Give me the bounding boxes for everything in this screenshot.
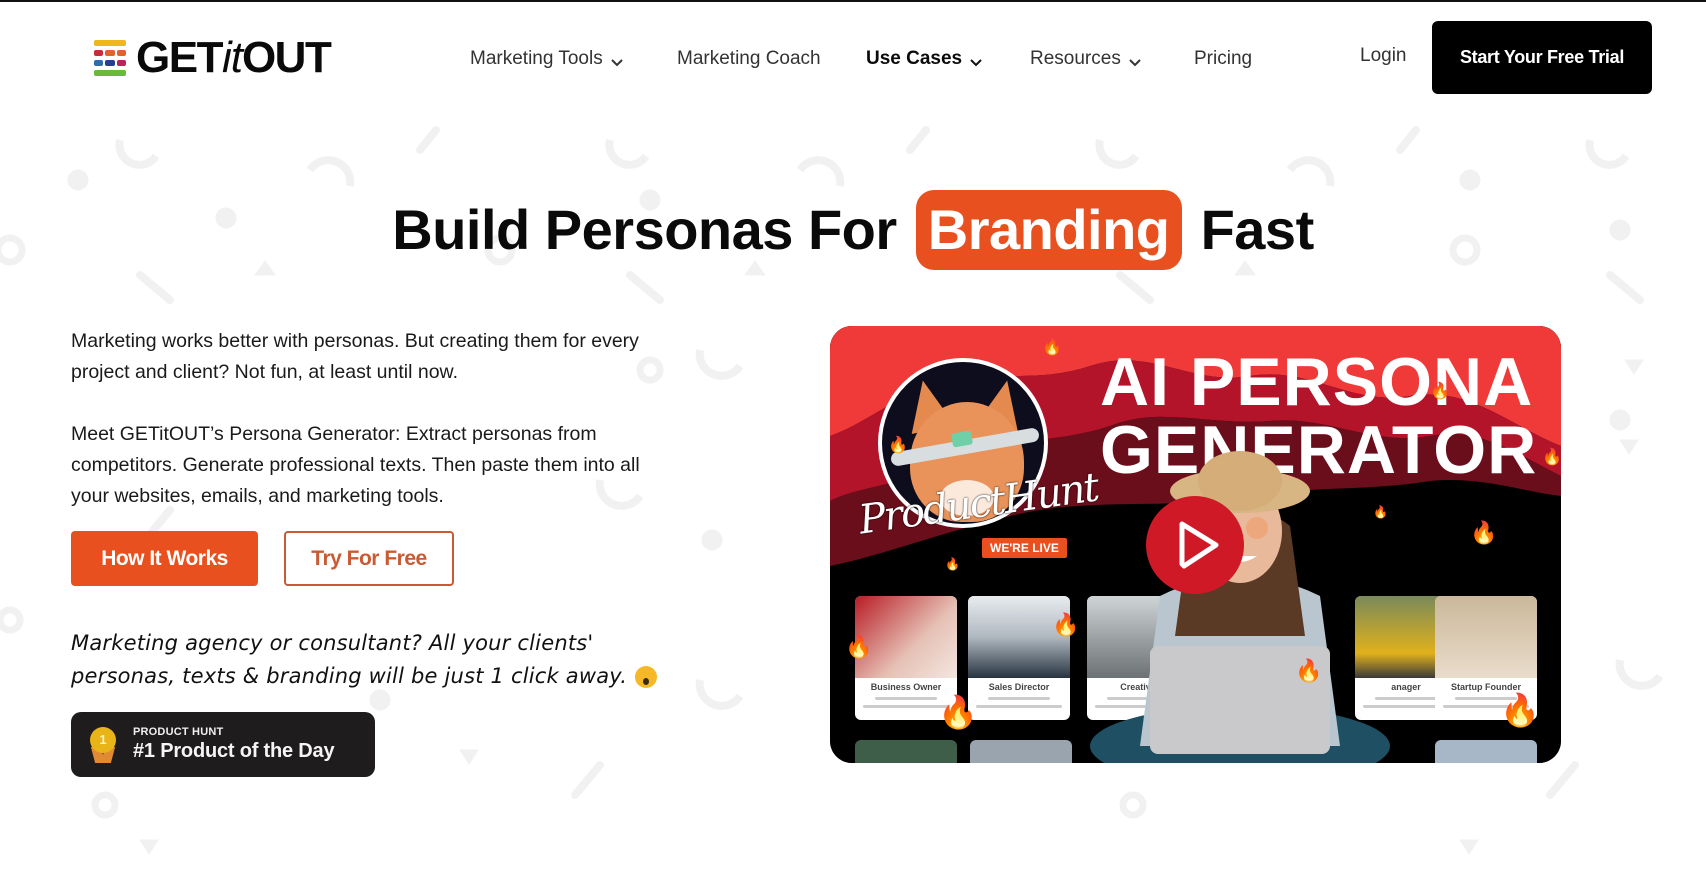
fire-icon: 🔥 (1052, 612, 1080, 637)
logo-text-it: it (221, 33, 243, 82)
persona-card-label: Startup Founder (1451, 682, 1521, 692)
nav-label: Resources (1030, 48, 1121, 69)
nav-marketing-tools[interactable]: Marketing Tools (470, 48, 623, 70)
persona-card-label: Business Owner (870, 682, 942, 692)
badge-title: #1 Product of the Day (133, 740, 335, 762)
product-hunt-badge[interactable]: 1 PRODUCT HUNT #1 Product of the Day (71, 712, 375, 777)
agency-note-text: Marketing agency or consultant? All your… (71, 631, 628, 688)
hero-buttons: How It Works Try For Free (71, 531, 671, 586)
fire-icon: 🔥 (1430, 383, 1450, 400)
fire-icon: 🔥 (1295, 658, 1323, 683)
fire-icon: 🔥 (938, 694, 978, 730)
were-live-label: WE'RE LIVE (982, 538, 1067, 558)
promo-video-player[interactable]: ProductHunt WE'RE LIVE AI PERSONA GENERAT… (830, 326, 1561, 763)
agency-note: Marketing agency or consultant? All your… (71, 627, 671, 693)
persona-card (970, 740, 1072, 763)
nav-label: Marketing Tools (470, 48, 603, 69)
hero-title-highlight: Branding (915, 190, 1182, 270)
play-icon (1179, 521, 1219, 569)
chevron-down-icon (1129, 51, 1141, 67)
nav-label: Pricing (1194, 48, 1253, 69)
intro-paragraph-2: Meet GETitOUT’s Persona Generator: Extra… (71, 423, 640, 507)
gold-medal-icon: 1 (89, 726, 117, 763)
nav-use-cases[interactable]: Use Cases (866, 48, 982, 70)
nav-label: Use Cases (866, 48, 963, 69)
start-free-trial-button[interactable]: Start Your Free Trial (1432, 21, 1652, 94)
fire-icon: 🔥 (945, 557, 960, 571)
badge-kicker: PRODUCT HUNT (133, 726, 224, 738)
hero-title: Build Personas For Branding Fast (0, 190, 1706, 270)
site-header: GETitOUT Marketing Tools Marketing Coach… (0, 2, 1706, 112)
play-button[interactable] (1146, 496, 1244, 594)
chevron-down-icon (611, 51, 623, 67)
persona-card-label: Sales Director (988, 682, 1050, 692)
fire-icon: 🔥 (1500, 692, 1540, 728)
intro-paragraph-1: Marketing works better with personas. Bu… (71, 330, 639, 383)
medal-number: 1 (90, 726, 116, 753)
logo-wordmark: GETitOUT (136, 33, 332, 82)
stacked-color-bars-logo-icon (94, 40, 126, 76)
nav-pricing[interactable]: Pricing (1194, 48, 1252, 70)
logo-text-get: GET (136, 33, 223, 82)
nav-marketing-coach[interactable]: Marketing Coach (677, 48, 821, 70)
fire-icon: 🔥 (1373, 505, 1388, 519)
nav-resources[interactable]: Resources (1030, 48, 1141, 70)
presenter-with-laptop-illustration (1090, 451, 1390, 763)
hero-title-after: Fast (1200, 198, 1315, 261)
fire-icon: 🔥 (1470, 520, 1498, 545)
logo-text-out: OUT (241, 33, 332, 82)
persona-card (855, 740, 957, 763)
nav-label: Marketing Coach (677, 48, 821, 69)
hero-intro: Marketing works better with personas. Bu… (71, 326, 671, 777)
fire-icon: 🔥 (1042, 339, 1062, 356)
how-it-works-button[interactable]: How It Works (71, 531, 258, 586)
fire-icon: 🔥 (1542, 449, 1561, 466)
logo[interactable]: GETitOUT (94, 33, 332, 82)
try-for-free-button[interactable]: Try For Free (284, 531, 454, 586)
video-title-line-1: AI PERSONA (1100, 344, 1534, 420)
badge-text: PRODUCT HUNT #1 Product of the Day (133, 726, 335, 763)
fire-icon: 🔥 (845, 634, 873, 659)
hero-title-before: Build Personas For (392, 198, 897, 261)
login-link[interactable]: Login (1360, 45, 1407, 67)
chevron-down-icon (970, 51, 982, 67)
exploding-head-emoji-icon (635, 666, 658, 688)
fire-icon: 🔥 (888, 437, 908, 454)
persona-card (1435, 740, 1537, 763)
